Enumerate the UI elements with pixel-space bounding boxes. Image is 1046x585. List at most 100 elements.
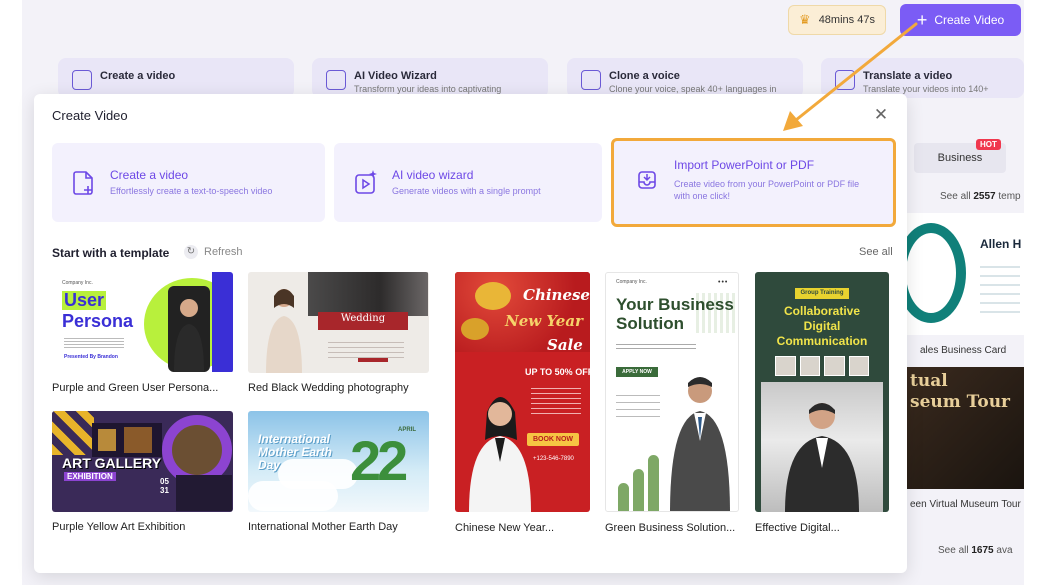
thumb-offer: UP TO 50% OFF [525,367,590,377]
template-thumbnail: ART GALLERY EXHIBITION 05 31 [52,411,233,512]
template-caption: Chinese New Year... [455,522,555,534]
document-plus-icon [73,171,93,195]
credits-label: 48mins 47s [818,14,875,26]
presenter-figure [168,286,210,372]
template-caption: Purple Yellow Art Exhibition [52,521,186,533]
magic-video-icon [355,170,377,194]
thumb-title-line2: New Year [505,312,583,330]
bg-see-all-avatars[interactable]: See all 1675 ava [938,545,1013,556]
close-icon[interactable]: ✕ [872,106,890,124]
template-caption: Purple and Green User Persona... [52,382,219,394]
decor-lines [328,338,404,358]
modal-title: Create Video [52,108,128,123]
decor-bar [648,455,659,511]
thumb-title: International Mother Earth Day [258,432,333,472]
bg-template-caption: een Virtual Museum Tour [910,499,1021,510]
decor-lines [616,389,660,419]
option-subtitle: Create video from your PowerPoint or PDF… [674,179,860,201]
presenter-figure [266,289,302,373]
bg-card-subtitle: Transform your ideas into captivating [354,84,502,94]
bg-card-subtitle: Clone your voice, speak 40+ languages in [609,84,777,94]
face-thumb [799,356,820,376]
more-icon: ••• [718,279,729,286]
thumb-presenter: Presented By Brandon [64,354,118,360]
decor-bar [212,272,233,372]
presenter-figure [469,397,531,512]
thumb-book-button: BOOK NOW [527,433,579,446]
template-thumbnail: International Mother Earth Day APRIL 22 [248,411,429,512]
presenter-figure [785,403,859,512]
decor-frames [92,423,162,457]
option-ai-video-wizard[interactable]: AI video wizard Generate videos with a s… [334,143,602,222]
see-all-link[interactable]: See all [859,246,893,258]
bg-card-clone-voice[interactable]: Clone a voice Clone your voice, speak 40… [567,58,803,98]
bg-card-subtitle: Translate your videos into 140+ [863,84,989,94]
bg-card-title: Clone a voice [609,70,680,82]
thumb-subtitle: EXHIBITION [64,472,116,481]
refresh-icon: ↻ [184,245,198,259]
create-video-modal: Create Video ✕ Create a video Effortless… [34,94,907,573]
face-thumb [824,356,845,376]
document-plus-icon [72,70,92,90]
bg-card-title: Create a video [100,70,176,82]
plus-icon: + [916,10,928,30]
option-create-video[interactable]: Create a video Effortlessly create a tex… [52,143,325,222]
create-video-label: Create Video [934,13,1005,27]
decor-faces [775,356,869,376]
thumb-title: Your Business Solution [616,295,734,333]
crown-icon: ♛ [799,12,811,27]
decor-gold [475,282,511,310]
voice-clone-icon [581,70,601,90]
thumb-phone: +123-546-7890 [533,456,574,462]
template-caption: Green Business Solution... [605,522,736,534]
decor-bar [633,469,644,511]
hot-badge: HOT [976,139,1001,150]
template-caption: Red Black Wedding photography [248,382,409,394]
decor-ring [906,223,966,323]
option-subtitle: Effortlessly create a text-to-speech vid… [110,186,273,196]
bg-thumb-text: tual seum Tour [910,371,1011,413]
decor-lines [616,341,696,351]
magic-video-icon [326,70,346,90]
option-title: AI video wizard [392,168,474,182]
refresh-button[interactable]: ↻ Refresh [184,245,243,259]
bg-see-all-count: 1675 [971,545,994,556]
option-subtitle: Generate videos with a single prompt [392,186,541,196]
template-caption: Effective Digital... [755,522,840,534]
decor-block [176,475,232,511]
bg-tab-label: Business [937,152,983,164]
presenter-figure [670,377,730,511]
bg-tab-business[interactable]: Business HOT [914,139,1006,173]
thumb-title: Collaborative Digital Communication [776,304,868,348]
decor-gold [461,318,489,340]
bg-see-all-suffix: temp [998,191,1021,202]
bg-template-thumb[interactable]: tual seum Tour [906,367,1024,489]
decor-lines [531,384,581,414]
thumb-band-text: Wedding [318,312,408,330]
thumb-title-line1: User [62,290,107,310]
credits-pill[interactable]: ♛ 48mins 47s [788,5,886,35]
thumb-title-line3: Sale [547,336,583,354]
decor-lines [64,336,124,348]
decor-cloud [248,481,338,511]
face-thumb [848,356,869,376]
thumb-title-line1: Chinese [523,286,590,304]
thumb-number: 22 [350,429,408,492]
option-title: Import PowerPoint or PDF [674,158,815,172]
bg-template-caption: ales Business Card [920,345,1007,356]
create-video-button[interactable]: + Create Video [900,4,1021,36]
decor-bar [618,483,629,511]
bg-see-all[interactable]: See all 2557 temp [940,191,1021,202]
option-import-ppt-pdf[interactable]: Import PowerPoint or PDF Create video fr… [611,138,896,227]
bg-see-all-prefix: See all [940,191,971,202]
bg-see-all-suffix: ava [996,545,1013,556]
bg-card-ai-video-wizard[interactable]: AI Video Wizard Transform your ideas int… [312,58,548,98]
bg-card-create-video[interactable]: Create a video [58,58,294,98]
thumb-small-text: Company Inc. [616,279,647,285]
thumb-apply-button: APPLY NOW [616,367,658,377]
thumb-title: ART GALLERY [62,455,162,471]
refresh-label: Refresh [204,246,243,258]
decor-lines [980,259,1020,319]
bg-card-translate-video[interactable]: Translate a video Translate your videos … [821,58,1024,98]
bg-template-thumb[interactable]: Allen H [906,213,1024,335]
